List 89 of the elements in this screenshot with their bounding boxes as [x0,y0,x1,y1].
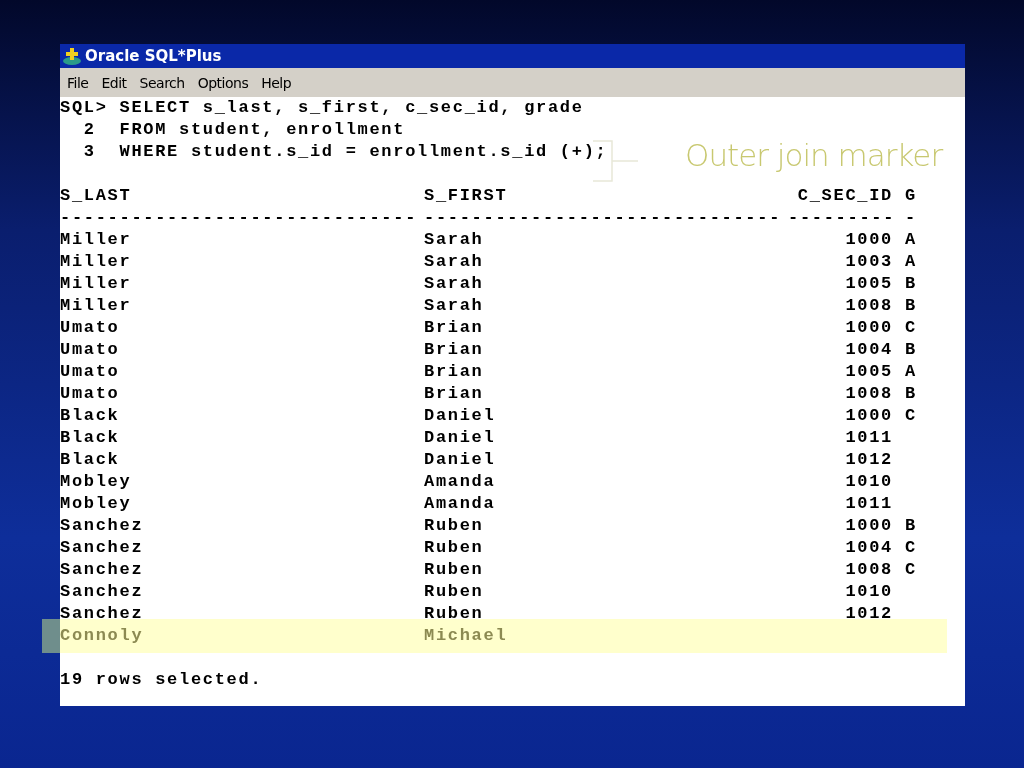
table-cell-text: Sanchez [60,537,145,559]
table-cell: C [905,537,917,559]
table-cell-text: Black [60,427,121,449]
table-cell-text: Sarah [424,229,485,251]
column-header: S_FIRST [424,185,509,207]
menu-item[interactable]: Options [197,74,249,91]
table-cell-text: 1010 [844,581,893,603]
table-cell-text: Sanchez [60,515,145,537]
table-cell-text: Miller [60,295,133,317]
column-header: C_SEC_ID [796,185,893,207]
annotation-text: Outer join marker [685,137,943,173]
table-cell-text: 1011 [844,493,893,515]
table-cell: B [905,515,917,537]
table-cell-text: 1000 [844,317,893,339]
table-cell-text: Miller [60,251,133,273]
app-icon [62,46,82,66]
table-cell-text: Daniel [424,405,497,427]
table-cell-text: 1005 [844,273,893,295]
row-marker [42,619,60,653]
table-cell-text: 1008 [844,559,893,581]
table-cell-text: Miller [60,229,133,251]
table-cell-text: Umato [60,317,121,339]
table-cell-text: Amanda [424,493,497,515]
table-cell: B [905,273,917,295]
table-cell-text: Black [60,405,121,427]
table-cell-text: Mobley [60,471,133,493]
table-cell: B [905,339,917,361]
table-cell-text: 1011 [844,427,893,449]
table-cell-text: Ruben [424,603,485,625]
table-cell: B [905,383,917,405]
table-cell-text: Miller [60,273,133,295]
table-cell-text: Brian [424,339,485,361]
table-cell-text: Mobley [60,493,133,515]
table-cell: A [905,251,917,273]
table-cell-text: Umato [60,361,121,383]
table-cell-text: Ruben [424,515,485,537]
table-cell: B [905,295,917,317]
table-cell-text: Brian [424,383,485,405]
table-cell: A [905,361,917,383]
table-cell-text: Ruben [424,559,485,581]
table-cell-text: 1012 [844,603,893,625]
column-divider: ------------------------------ [60,207,419,229]
table-cell: C [905,405,917,427]
column-header: S_LAST [60,185,133,207]
table-cell-text: 1003 [844,251,893,273]
table-cell-text: Connoly [60,625,145,647]
table-cell-text: 1000 [844,229,893,251]
table-cell-text: Sarah [424,295,485,317]
menu-item[interactable]: Help [261,74,292,91]
table-cell-text: 1000 [844,405,893,427]
menu-item[interactable]: Edit [101,74,127,91]
table-cell: C [905,317,917,339]
command-line: 3 WHERE student.s_id = enrollment.s_id (+); [82,141,608,163]
table-cell-text: 1008 [844,383,893,405]
table-cell-text: 1005 [844,361,893,383]
table-cell-text: Sanchez [60,581,145,603]
table-cell-text: Ruben [424,537,485,559]
table-cell-text: Brian [424,361,485,383]
table-cell-text: 1000 [844,515,893,537]
column-divider: --------- [788,207,893,229]
column-divider: - [905,207,917,229]
table-cell-text: Brian [424,317,485,339]
table-cell: C [905,559,917,581]
column-header: G [905,185,917,207]
menu-item[interactable]: Search [139,74,185,91]
table-cell-text: Ruben [424,581,485,603]
table-cell-text: 1010 [844,471,893,493]
window-title: Oracle SQL*Plus [85,47,222,65]
table-cell-text: Amanda [424,471,497,493]
table-cell-text: Sarah [424,273,485,295]
table-cell-text: Umato [60,383,121,405]
table-cell-text: Sarah [424,251,485,273]
table-cell: A [905,229,917,251]
menu-item[interactable]: File [67,74,89,91]
table-cell-text: 1008 [844,295,893,317]
table-cell-text: Black [60,449,121,471]
table-cell-text: Umato [60,339,121,361]
column-divider: ------------------------------ [424,207,783,229]
table-cell-text: Daniel [424,449,497,471]
table-cell-text: 1004 [844,537,893,559]
command-line: SQL> SELECT s_last, s_first, c_sec_id, grade [60,97,584,119]
status-message: 19 rows selected. [60,669,263,691]
table-cell-text: 1012 [844,449,893,471]
table-cell-text: Sanchez [60,559,145,581]
table-cell-text: 1004 [844,339,893,361]
table-cell-text: Michael [424,625,509,647]
table-cell-text: Sanchez [60,603,145,625]
table-cell-text: Daniel [424,427,497,449]
command-line: 2 FROM student, enrollment [82,119,406,141]
